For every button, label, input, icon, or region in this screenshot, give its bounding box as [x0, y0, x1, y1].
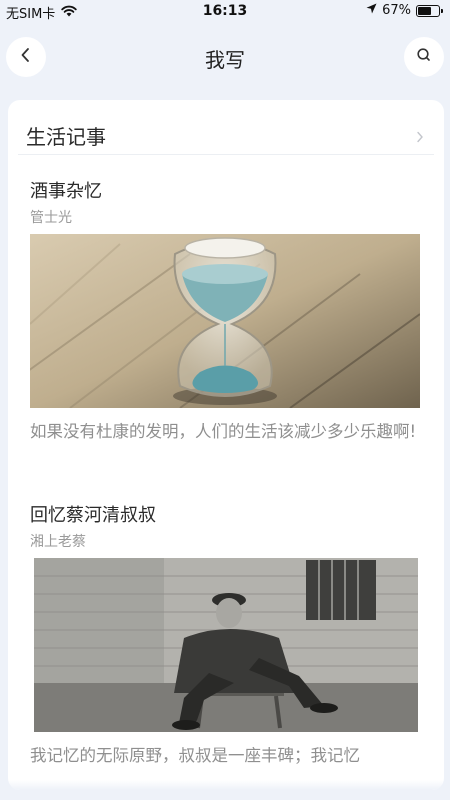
article-list-card: 生活记事 酒事杂忆 管士光 如果没有杜康的发明，人们的生活该减少多少乐趣啊! 回…: [8, 100, 444, 790]
battery-percent: 67%: [382, 3, 411, 18]
card-bottom-fade: [8, 780, 444, 790]
article-title: 酒事杂忆: [30, 181, 102, 202]
hourglass-image: [30, 234, 420, 408]
section-header[interactable]: 生活记事: [8, 100, 444, 156]
article-item[interactable]: 回忆蔡河清叔叔 湘上老蔡 我记忆的无际原野，叔叔是一座丰碑；我记忆: [30, 504, 422, 769]
battery-icon: [416, 4, 443, 17]
location-arrow-icon: [366, 3, 377, 18]
article-author: 湘上老蔡: [30, 534, 86, 550]
article-excerpt: 如果没有杜康的发明，人们的生活该减少多少乐趣啊!: [30, 422, 417, 441]
section-title: 生活记事: [26, 125, 106, 149]
divider: [18, 154, 434, 155]
article-item[interactable]: 酒事杂忆 管士光 如果没有杜康的发明，人们的生活该减少多少乐趣啊!: [30, 180, 422, 445]
search-icon: [416, 47, 432, 67]
page-title: 我写: [205, 48, 245, 72]
article-author: 管士光: [30, 210, 72, 226]
search-button[interactable]: [404, 37, 444, 77]
battery-level-fill: [418, 6, 431, 15]
old-man-photo-image: [34, 558, 418, 732]
article-excerpt: 我记忆的无际原野，叔叔是一座丰碑；我记忆: [30, 746, 360, 765]
chevron-right-icon: [416, 128, 424, 147]
status-bar: 无SIM卡 16:13 67%: [0, 0, 450, 24]
article-title: 回忆蔡河清叔叔: [30, 505, 156, 526]
nav-bar: 我写: [0, 34, 450, 80]
